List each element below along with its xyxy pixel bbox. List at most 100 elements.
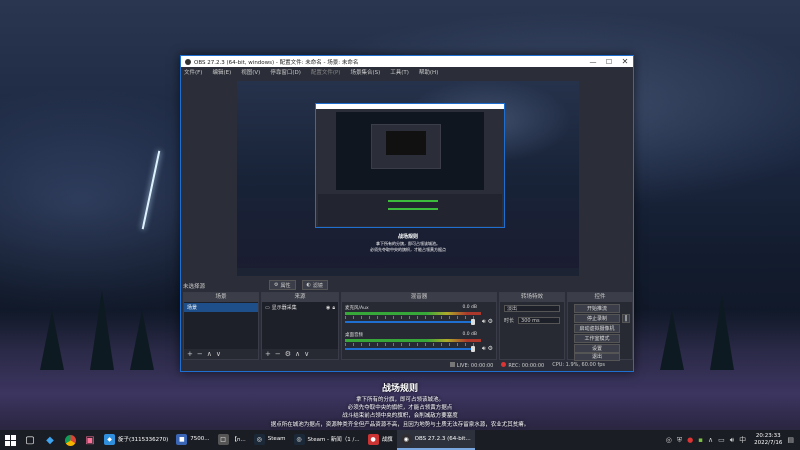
mixer-channel-mic: 麦克风/Aux 0.0 dB 🔊︎ ⚙ [345,305,493,329]
studio-mode-button[interactable]: 工作室模式 [574,334,620,343]
menu-scene-collection[interactable]: 场景集合(S) [350,68,380,76]
remove-icon[interactable]: − [275,350,281,358]
nested-inner-preview [386,131,426,155]
clock-date: 2022/7/16 [754,440,783,446]
taskbar-app-browser[interactable]: □ 【n... [214,430,250,450]
volume-slider-knob[interactable] [471,346,475,352]
task-view-icon[interactable]: ▢ [22,432,38,448]
taskbar-app-steam-news[interactable]: ◎ Steam - 新闻（1 /... [290,430,364,450]
volume-slider[interactable] [345,348,473,350]
stop-recording-button[interactable]: 停止录制 [574,314,620,323]
channel-icons: 🔊︎ ⚙ [482,345,493,353]
live-status: LIVE: 00:00:00 [449,361,493,369]
obs-titlebar[interactable]: OBS 27.2.3 (64-bit, windows) - 配置文件: 未命名… [181,56,633,67]
minimize-button[interactable]: — [585,58,601,66]
volume-icon[interactable]: 🔊︎ [730,436,734,445]
steam-tray-icon[interactable]: ◎ [666,436,672,444]
channel-db: 0.0 dB [462,305,477,310]
preview-caption-line: 必须先夺取中央的旗帜，才能占领黄方据点 [370,247,446,252]
menu-view[interactable]: 视图(V) [241,68,260,76]
filter-icon: ◐ [306,282,311,288]
menu-edit[interactable]: 编辑(E) [212,68,231,76]
meter-ticks [345,343,481,346]
volume-meter [345,312,481,315]
desktop-heading: 战场规则 [381,384,418,394]
network-icon[interactable]: ▭ [718,436,725,444]
taskbar-app-7500[interactable]: ■ 7500... [172,430,213,450]
speaker-icon[interactable]: 🔊︎ [482,345,486,353]
mic-icon: ● [367,433,379,445]
source-item[interactable]: ▭ 显示器采集 ◉ 🔒︎ [262,303,338,312]
taskbar-app-zhanqi[interactable]: ● 战旗 [364,430,397,450]
menu-file[interactable]: 文件(F) [184,68,202,76]
taskbar-app-steam[interactable]: ◎ Steam [250,430,290,450]
obs-window[interactable]: OBS 27.2.3 (64-bit, windows) - 配置文件: 未命名… [180,55,634,372]
move-up-icon[interactable]: ∧ [207,350,212,358]
gpu-icon[interactable]: ▪ [698,436,703,444]
preview-taskbar [237,268,579,276]
chevron-up-icon[interactable]: ∧ [708,436,713,444]
filters-button[interactable]: ◐ 滤镜 [301,280,328,290]
system-tray: ◎ ⛨ ● ▪ ∧ ▭ 🔊︎ 中 20:23:33 2022/7/16 ▤ [666,433,800,447]
preview-canvas[interactable]: 战场规则 拿下所有的分旗，即可占领该城池。 必须先夺取中央的旗帜，才能占领黄方据… [237,81,579,276]
pine-tree [710,295,734,370]
gear-icon[interactable]: ⚙ [488,318,493,326]
mixer-dock: 混音器 麦克风/Aux 0.0 dB 🔊︎ ⚙ 桌面音频 0.0 dB 🔊︎ ⚙ [341,292,497,360]
preview-caption-title: 战场规则 [397,234,418,240]
move-up-icon[interactable]: ∧ [295,350,300,358]
gear-icon: ⚙ [274,282,279,288]
taskbar-app-qq[interactable]: ◆ 旋子(3115336270) [100,430,172,450]
qq-pinned-icon[interactable]: ◆ [42,432,58,448]
add-icon[interactable]: + [187,350,193,358]
sources-dock-title: 来源 [262,293,338,302]
scenes-dock: 场景 场景 + − ∧ ∨ [183,292,259,360]
volume-slider-knob[interactable] [471,319,475,325]
source-toolbar: ⚙ 属性 ◐ 滤镜 [269,280,328,290]
scenes-dock-title: 场景 [184,293,258,302]
properties-button[interactable]: ⚙ 属性 [269,280,296,290]
speaker-icon[interactable]: 🔊︎ [482,318,486,326]
duration-input[interactable]: 300 ms [518,317,560,324]
bilibili-icon[interactable]: ▣ [82,432,98,448]
lock-icon[interactable]: 🔒︎ [332,305,335,311]
gear-icon[interactable]: ⚙ [285,350,291,358]
chrome-icon[interactable] [62,432,78,448]
notifications-icon[interactable]: ▤ [787,436,794,444]
scene-item[interactable]: 场景 [184,303,258,312]
move-down-icon[interactable]: ∨ [216,350,221,358]
remove-icon[interactable]: − [197,350,203,358]
maximize-button[interactable]: ☐ [601,58,617,66]
live-icon [449,361,455,367]
duration-label: 时长 [504,318,515,324]
menu-docks[interactable]: 停靠窗口(D) [270,68,301,76]
taskbar-app-label: OBS 27.2.3 (64-bit... [414,436,471,442]
record-tray-icon[interactable]: ● [687,436,693,444]
ime-icon[interactable]: 中 [739,435,746,445]
menu-profile[interactable]: 配置文件(P) [311,68,341,76]
gear-icon[interactable]: ⚙ [488,345,493,353]
mixer-dock-title: 混音器 [342,293,496,302]
qq-icon: ◆ [104,433,115,445]
visibility-icon[interactable]: ◉ [326,305,330,311]
shield-icon[interactable]: ⛨ [677,436,682,445]
status-bar: LIVE: 00:00:00 REC: 00:00:00 CPU: 1.9%, … [181,359,633,371]
menu-help[interactable]: 帮助(H) [419,68,438,76]
start-streaming-button[interactable]: 开始推流 [574,304,620,313]
scenes-list[interactable]: 场景 [184,302,258,349]
move-down-icon[interactable]: ∨ [304,350,309,358]
nested-titlebar [316,104,504,109]
nested-inner-window [371,124,441,169]
pause-recording-button[interactable]: ‖ [622,314,630,323]
virtual-camera-button[interactable]: 启动虚拟摄像机 [574,324,620,333]
transition-type-select[interactable]: 淡出 [504,305,560,312]
add-icon[interactable]: + [265,350,271,358]
volume-slider[interactable] [345,321,473,323]
close-button[interactable]: ✕ [617,57,633,66]
settings-button[interactable]: 设置 [574,344,620,353]
menu-tools[interactable]: 工具(T) [390,68,409,76]
sources-list[interactable]: ▭ 显示器采集 ◉ 🔒︎ [262,302,338,349]
taskbar-app-obs[interactable]: ◉ OBS 27.2.3 (64-bit... [396,430,475,450]
lightning-left [141,150,161,230]
start-button[interactable] [2,432,18,448]
clock[interactable]: 20:23:33 2022/7/16 [754,433,782,447]
